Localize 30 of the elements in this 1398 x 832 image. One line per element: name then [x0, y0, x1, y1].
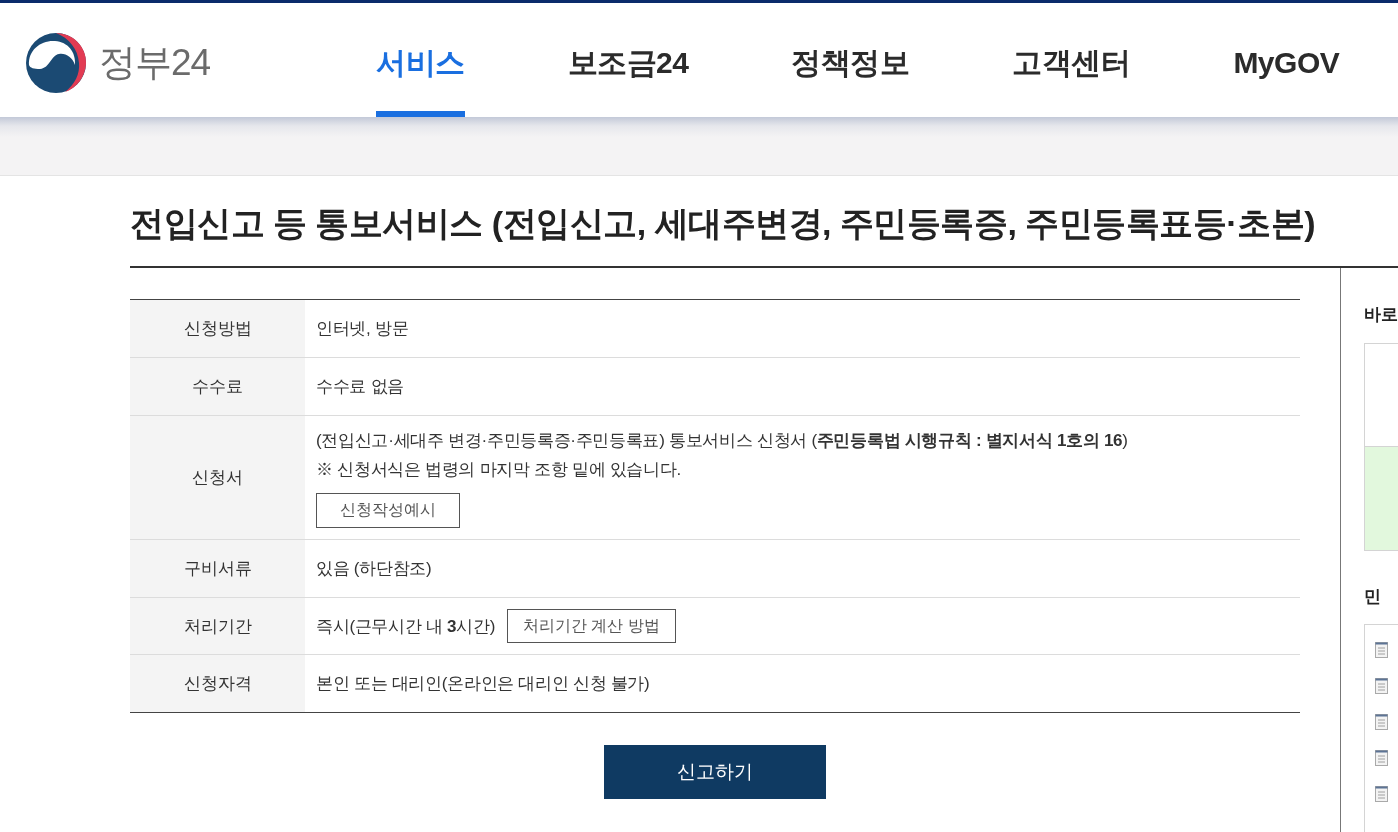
row-label: 신청방법 — [130, 300, 305, 357]
row-label: 신청서 — [130, 416, 305, 539]
submit-button[interactable]: 신고하기 — [604, 745, 826, 799]
sidebar-heading: 바로 — [1364, 304, 1398, 326]
row-label: 신청자격 — [130, 655, 305, 712]
row-value: ※ 신청서식은 법령의 마지막 조항 밑에 있습니다. — [316, 459, 681, 481]
document-icon — [1375, 786, 1388, 802]
nav-tab[interactable]: MyGOV — [1233, 3, 1340, 117]
nav-tab[interactable]: 보조금24 — [567, 3, 689, 117]
nav-tab[interactable]: 정책정보 — [791, 3, 910, 117]
row-value: (전입신고·세대주 변경·주민등록증·주민등록표) 통보서비스 신청서 (주민등록법 시행규칙 : 별지서식 1호의 16) — [316, 430, 1128, 452]
row-label: 수수료 — [130, 358, 305, 415]
row-label: 처리기간 — [130, 598, 305, 654]
document-icon — [1375, 750, 1388, 766]
logo-link[interactable]: 정부24 — [25, 32, 211, 94]
secondary-button[interactable]: 신청작성예시 — [316, 493, 460, 528]
secondary-button[interactable]: 처리기간 계산 방법 — [507, 609, 676, 643]
row-value: 인터넷, 방문 — [316, 318, 409, 340]
document-icon — [1375, 714, 1388, 730]
row-label: 구비서류 — [130, 540, 305, 597]
document-icon — [1375, 678, 1388, 694]
emblem-icon — [25, 32, 87, 94]
sidebar-heading: 민 — [1364, 586, 1382, 608]
row-value: 즉시(근무시간 내 3시간) — [316, 615, 496, 638]
row-value: 본인 또는 대리인(온라인은 대리인 신청 불가) — [316, 673, 650, 695]
page-title: 전입신고 등 통보서비스 (전입신고, 세대주변경, 주민등록증, 주민등록표등·초본) — [130, 176, 1398, 268]
row-value: 수수료 없음 — [316, 376, 404, 398]
row-value: 있음 (하단참조) — [316, 558, 432, 580]
nav-tab[interactable]: 고객센터 — [1012, 3, 1131, 117]
document-icon — [1375, 642, 1388, 658]
